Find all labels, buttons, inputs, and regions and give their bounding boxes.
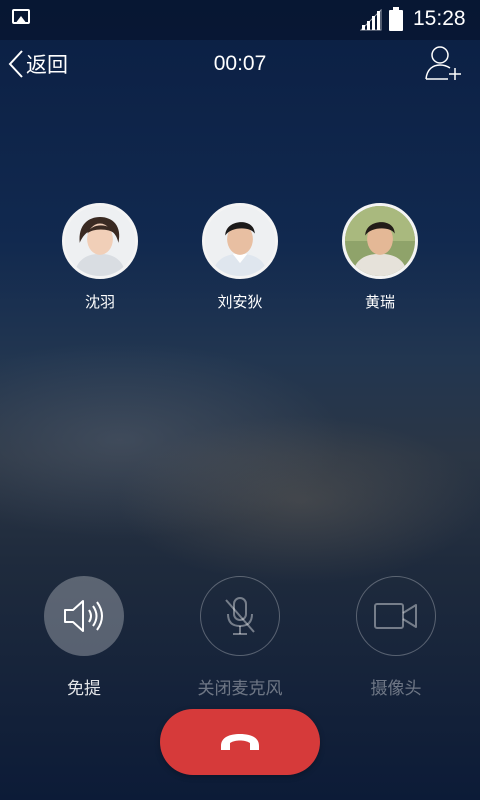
- participant-name: 刘安狄: [217, 293, 263, 311]
- speaker-icon: [64, 600, 103, 632]
- signal-icon: [360, 9, 382, 31]
- end-call-button[interactable]: [160, 709, 320, 775]
- mic-off-icon: [225, 597, 255, 635]
- status-bar: 15:28: [0, 0, 480, 40]
- participant-1[interactable]: 沈羽: [40, 203, 160, 312]
- control-label: 摄像头: [370, 679, 422, 699]
- camera-button[interactable]: 摄像头: [326, 576, 466, 699]
- camera-toggle[interactable]: [356, 576, 436, 656]
- avatar: [62, 203, 138, 279]
- back-label: 返回: [26, 53, 68, 77]
- speaker-button[interactable]: 免提: [14, 576, 154, 699]
- camera-icon: [374, 603, 417, 629]
- participant-name: 黄瑞: [364, 293, 395, 311]
- add-user-icon[interactable]: [424, 44, 464, 82]
- status-time: 15:28: [413, 7, 466, 30]
- call-duration: 00:07: [213, 52, 267, 75]
- mute-toggle[interactable]: [200, 576, 280, 656]
- control-label: 免提: [67, 679, 101, 699]
- hang-up-icon: [221, 734, 259, 750]
- battery-icon: [389, 7, 403, 31]
- chevron-left-icon: [8, 50, 23, 78]
- participant-2[interactable]: 刘安狄: [180, 203, 300, 312]
- mute-microphone-button[interactable]: 关闭麦克风: [170, 576, 310, 699]
- speaker-toggle[interactable]: [44, 576, 124, 656]
- gallery-icon: [12, 9, 30, 24]
- avatar: [202, 203, 278, 279]
- avatar: [342, 203, 418, 279]
- participant-name: 沈羽: [84, 293, 115, 311]
- back-button[interactable]: 返回: [8, 46, 68, 82]
- participant-3[interactable]: 黄瑞: [320, 203, 440, 312]
- control-label: 关闭麦克风: [197, 679, 283, 699]
